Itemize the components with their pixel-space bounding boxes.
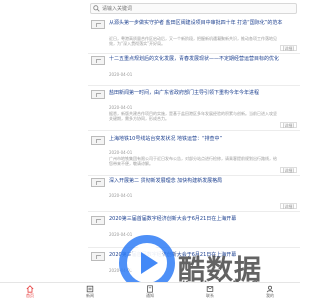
article-thumbnail xyxy=(91,178,105,187)
divider xyxy=(88,53,300,54)
bottom-tab-bar: 首页 新闻 通知 联系 我的 xyxy=(0,282,300,300)
article-thumbnail xyxy=(91,56,105,65)
article-date: 2020-04-01 xyxy=(109,268,133,273)
article-item[interactable]: 盐田新闻第一时间，由广东省政府部门主导引领下重构今年今年进程 2020-04-0… xyxy=(88,90,300,131)
tab-label: 首页 xyxy=(26,293,34,298)
article-date: 2020-04-01 xyxy=(109,232,133,237)
divider xyxy=(88,211,300,212)
article-item[interactable]: 从源头第一步做实守护者 盐田区阀建设项目中审批四十年 打造“国际化”的范本 近日… xyxy=(88,20,300,54)
divider xyxy=(88,130,300,131)
search-icon xyxy=(93,5,100,12)
divider xyxy=(88,85,300,86)
article-title[interactable]: 从源头第一步做实守护者 盐田区阀建设项目中审批四十年 打造“国际化”的范本 xyxy=(109,20,299,27)
tab-label: 新闻 xyxy=(86,293,94,298)
article-more-link[interactable]: [详细] xyxy=(279,122,297,128)
home-icon xyxy=(26,285,34,293)
article-item[interactable]: 2020第三届首届数字经济创新大会于6月21日在上海开幕 2020-04-01 xyxy=(88,216,300,248)
article-thumbnail xyxy=(91,136,105,145)
news-icon xyxy=(86,285,94,293)
article-more-link[interactable]: [详细] xyxy=(279,203,297,209)
divider xyxy=(88,247,300,248)
notice-icon xyxy=(147,285,153,293)
article-title[interactable]: 深入开展第二 贯彻新发展理念 加快构建新发展格局 xyxy=(109,178,299,185)
article-title[interactable]: 十二五重点规划后的文化发展，青春发展现状——不定期经营运营目标的优化 xyxy=(109,56,299,63)
article-excerpt: 据悉，新版共建合作项目的实施，是基于盐田港区多年发展经验的积累与创新。当前已进入… xyxy=(109,111,277,121)
divider xyxy=(88,175,300,176)
article-item[interactable]: 深入开展第二 贯彻新发展理念 加快构建新发展格局 2020-04-01 [详细] xyxy=(88,178,300,212)
article-item[interactable]: 2020第三届首届数字经济创新大会于6月21日在上海开幕 2020-04-01 xyxy=(88,252,300,282)
article-title[interactable]: 盐田新闻第一时间，由广东省政府部门主导引领下重构今年今年进程 xyxy=(109,90,299,97)
article-title[interactable]: 2020第三届首届数字经济创新大会于6月21日在上海开幕 xyxy=(109,252,299,259)
search-input[interactable] xyxy=(102,4,292,13)
article-date: 2020-04-01 xyxy=(109,72,133,77)
tab-home[interactable]: 首页 xyxy=(0,285,60,300)
article-item[interactable]: 十二五重点规划后的文化发展，青春发展现状——不定期经营运营目标的优化 2020-… xyxy=(88,56,300,86)
news-feed: 从源头第一步做实守护者 盐田区阀建设项目中审批四十年 打造“国际化”的范本 近日… xyxy=(88,18,300,282)
article-more-link[interactable]: [详细] xyxy=(279,167,297,173)
article-title[interactable]: 上海地铁10号线站台突发状况 地铁运营：“排查中” xyxy=(109,136,299,143)
tab-contact[interactable]: 联系 xyxy=(180,285,240,300)
article-thumbnail xyxy=(91,252,105,261)
article-more-link[interactable]: [详细] xyxy=(279,45,297,51)
tab-profile[interactable]: 我的 xyxy=(240,285,300,300)
tab-news[interactable]: 新闻 xyxy=(60,285,120,300)
article-thumbnail xyxy=(91,216,105,225)
search-bar xyxy=(0,0,300,17)
article-date: 2020-04-01 xyxy=(109,105,133,110)
search-box[interactable] xyxy=(90,3,297,14)
article-excerpt: 广州市地铁集团有限公司于近日发布公告，对部分站点进行检修，请乘客提前规划出行路线… xyxy=(109,156,277,166)
article-title[interactable]: 2020第三届首届数字经济创新大会于6月21日在上海开幕 xyxy=(109,216,299,223)
user-icon xyxy=(266,285,274,293)
tab-label: 我的 xyxy=(266,293,274,298)
article-thumbnail xyxy=(91,20,105,29)
article-item[interactable]: 上海地铁10号线站台突发状况 地铁运营：“排查中” 2020-04-01 广州市… xyxy=(88,136,300,176)
article-thumbnail xyxy=(91,90,105,99)
tab-label: 通知 xyxy=(146,293,154,298)
contact-icon xyxy=(206,286,214,292)
tab-label: 联系 xyxy=(206,293,214,298)
article-excerpt: 近日，粤港高质量合作区启动后，又一个新阶段，把握新机遇凝聚新共识，推动各项工作落… xyxy=(109,36,277,46)
tab-notice[interactable]: 通知 xyxy=(120,285,180,300)
article-date: 2020-04-01 xyxy=(109,150,133,155)
article-date: 2020-04-01 xyxy=(109,193,133,198)
